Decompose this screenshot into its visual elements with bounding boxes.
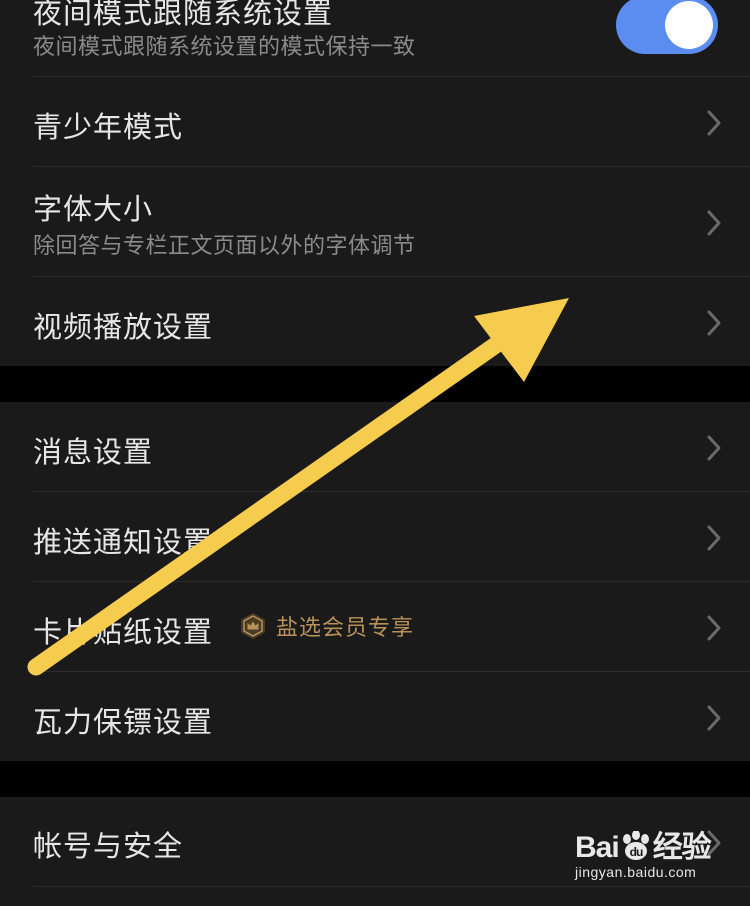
chevron-right-icon [707, 705, 721, 731]
watermark-url: jingyan.baidu.com [575, 864, 697, 880]
chevron-right-icon [707, 525, 721, 551]
row-dark-mode-follow[interactable]: 夜间模式跟随系统设置 夜间模式跟随系统设置的模式保持一致 [0, 0, 750, 76]
crown-icon [241, 613, 265, 639]
svg-text:du: du [629, 845, 642, 859]
divider [33, 886, 750, 887]
baidu-jingyan-watermark: Bai du 经验 jingyan.baidu.com [575, 822, 712, 880]
font-size-subtitle: 除回答与专栏正文页面以外的字体调节 [33, 234, 416, 259]
settings-group-notifications: 消息设置 推送通知设置 卡片贴纸设置 盐选会员专享 瓦力保镖设置 [0, 402, 750, 761]
dark-mode-follow-subtitle: 夜间模式跟随系统设置的模式保持一致 [33, 35, 416, 60]
push-title: 推送通知设置 [33, 525, 214, 559]
row-video-playback[interactable]: 视频播放设置 [0, 277, 750, 366]
font-size-title: 字体大小 [33, 192, 154, 226]
youth-mode-title: 青少年模式 [33, 110, 184, 144]
toggle-knob [665, 1, 713, 49]
dark-mode-follow-title: 夜间模式跟随系统设置 [33, 0, 334, 30]
row-font-size[interactable]: 字体大小 除回答与专栏正文页面以外的字体调节 [0, 167, 750, 276]
member-badge-label: 盐选会员专享 [276, 616, 415, 641]
card-sticker-title: 卡片贴纸设置 [33, 615, 214, 649]
member-badge: 盐选会员专享 [240, 610, 414, 642]
row-messages[interactable]: 消息设置 [0, 402, 750, 491]
settings-group-display: 夜间模式跟随系统设置 夜间模式跟随系统设置的模式保持一致 青少年模式 字体大小 … [0, 0, 750, 366]
dark-mode-follow-toggle[interactable] [616, 0, 718, 54]
messages-title: 消息设置 [33, 435, 154, 469]
paw-icon: du [622, 830, 649, 860]
chevron-right-icon [707, 310, 721, 336]
row-guardian[interactable]: 瓦力保镖设置 [0, 672, 750, 761]
chevron-right-icon [707, 210, 721, 236]
chevron-right-icon [707, 110, 721, 136]
row-card-sticker[interactable]: 卡片贴纸设置 盐选会员专享 [0, 582, 750, 671]
watermark-suffix: 经验 [652, 831, 712, 864]
guardian-title: 瓦力保镖设置 [33, 705, 214, 739]
chevron-right-icon [707, 435, 721, 461]
row-youth-mode[interactable]: 青少年模式 [0, 77, 750, 166]
row-push[interactable]: 推送通知设置 [0, 492, 750, 581]
watermark-brand: Bai [575, 831, 620, 864]
video-playback-title: 视频播放设置 [33, 310, 214, 344]
chevron-right-icon [707, 615, 721, 641]
account-title: 帐号与安全 [33, 829, 184, 863]
